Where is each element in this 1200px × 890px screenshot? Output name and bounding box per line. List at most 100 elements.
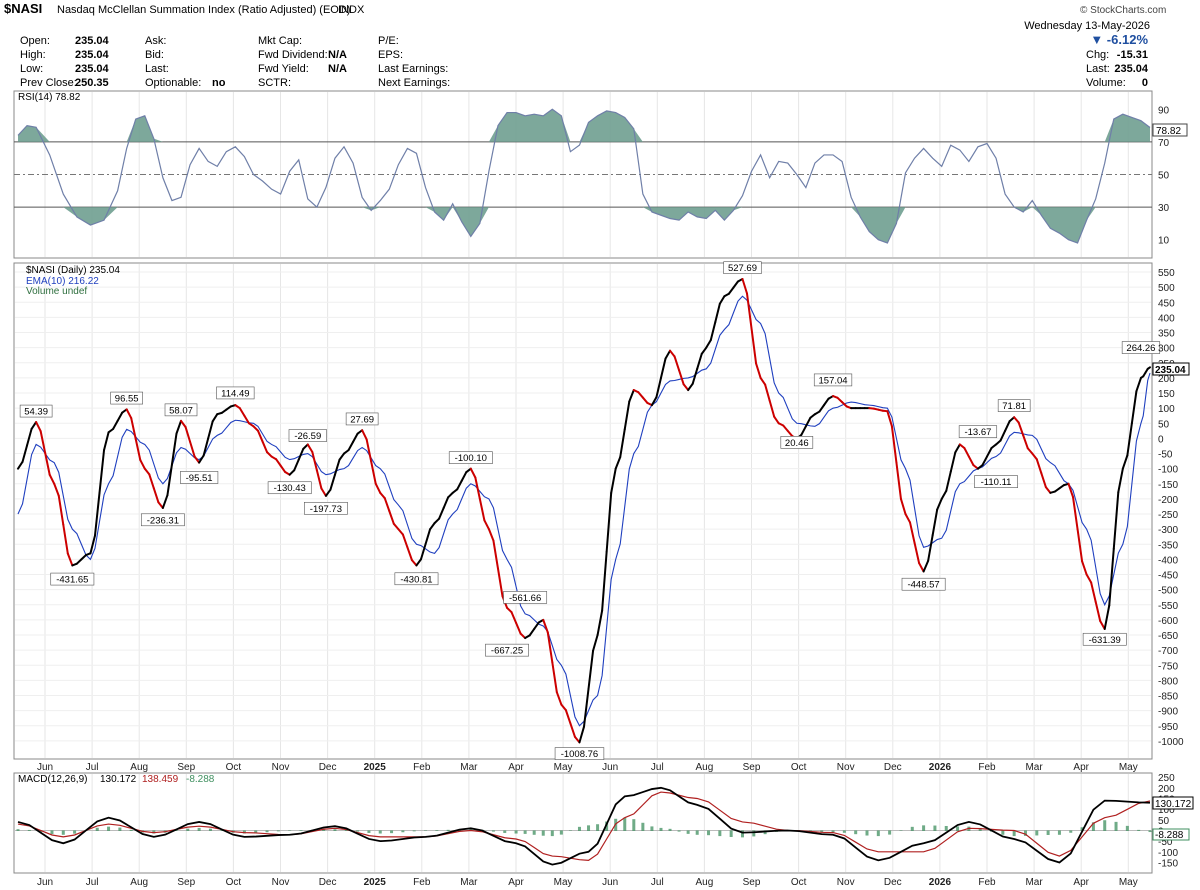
- volume-legend: Volume undef: [26, 286, 87, 297]
- macd-histogram-bar: [541, 830, 545, 836]
- price-panel-frame: [13, 262, 1153, 760]
- rsi-y-tick: 70: [1158, 138, 1170, 149]
- macd-histogram-bar: [367, 830, 371, 833]
- price-y-tick: -550: [1158, 601, 1178, 612]
- macd-histogram-bar: [523, 830, 527, 834]
- price-y-tick: -50: [1158, 450, 1173, 461]
- macd-y-tick: -150: [1158, 858, 1178, 869]
- price-annotation: 58.07: [169, 405, 193, 416]
- x-tick-label: Dec: [884, 762, 902, 773]
- price-y-tick: -100: [1158, 465, 1178, 476]
- macd-last-value: 130.172: [1155, 799, 1192, 810]
- price-annotation: -130.43: [274, 483, 306, 494]
- macd-histogram-bar: [695, 830, 699, 835]
- signal-legend-value: 138.459: [142, 774, 179, 785]
- macd-legend-value: 130.172: [100, 774, 137, 785]
- macd-histogram-bar: [1103, 820, 1107, 831]
- macd-histogram-bar: [623, 817, 627, 831]
- x-tick-label: Dec: [319, 762, 337, 773]
- price-annotation: -95.51: [186, 473, 213, 484]
- macd-histogram-bar: [596, 824, 600, 831]
- x-tick-label: Feb: [978, 762, 996, 773]
- macd-histogram-bar: [718, 830, 722, 837]
- hist-legend-value: -8.288: [186, 774, 215, 785]
- macd-histogram-bar: [686, 830, 690, 834]
- x-tick-label: Dec: [884, 877, 902, 888]
- macd-histogram-bar: [503, 830, 507, 833]
- x-tick-label: Apr: [1073, 877, 1089, 888]
- macd-histogram-bar: [707, 830, 711, 836]
- macd-histogram-bar: [659, 827, 663, 831]
- macd-histogram-bar: [876, 830, 880, 837]
- x-tick-label: Sep: [743, 762, 761, 773]
- x-tick-label: Sep: [743, 877, 761, 888]
- macd-histogram-bar: [208, 828, 212, 831]
- price-annotation: 264.26: [1126, 343, 1155, 354]
- macd-histogram-bar: [118, 827, 122, 831]
- macd-histogram-bar: [27, 829, 31, 831]
- macd-histogram-bar: [532, 830, 536, 835]
- macd-histogram-bar: [1057, 830, 1061, 835]
- price-annotation: -13.67: [964, 427, 991, 438]
- x-tick-label: Apr: [1073, 762, 1089, 773]
- price-annotation: 114.49: [221, 388, 249, 399]
- x-tick-label: Mar: [460, 762, 478, 773]
- price-y-tick: 450: [1158, 298, 1175, 309]
- rsi-legend: RSI(14) 78.82: [18, 92, 81, 103]
- price-annotation: -26.59: [294, 431, 321, 442]
- macd-histogram-bar: [1148, 830, 1152, 833]
- rsi-last-value: 78.82: [1156, 126, 1181, 137]
- macd-histogram-bar: [412, 830, 416, 832]
- macd-histogram-bar: [899, 830, 903, 831]
- x-tick-label: Jun: [602, 877, 618, 888]
- macd-histogram-bar: [944, 825, 948, 831]
- x-tick-label: Jul: [86, 877, 99, 888]
- x-tick-label: Jun: [37, 762, 53, 773]
- price-y-tick: 150: [1158, 389, 1175, 400]
- rsi-y-tick: 90: [1158, 105, 1170, 116]
- price-y-tick: -200: [1158, 495, 1178, 506]
- macd-histogram-bar: [356, 830, 360, 832]
- macd-histogram-bar: [197, 827, 201, 831]
- macd-histogram-bar: [650, 826, 654, 831]
- rsi-y-tick: 50: [1158, 171, 1170, 182]
- macd-histogram-bar: [1001, 830, 1005, 835]
- x-tick-label: Jun: [602, 762, 618, 773]
- macd-histogram-bar: [265, 830, 269, 833]
- macd-histogram-bar: [186, 828, 190, 831]
- macd-histogram-bar: [956, 826, 960, 831]
- macd-histogram-bar: [933, 825, 937, 831]
- x-tick-label: Nov: [272, 877, 290, 888]
- macd-histogram-bar: [1114, 821, 1118, 831]
- price-y-tick: -900: [1158, 707, 1178, 718]
- price-segment: [1146, 366, 1151, 370]
- macd-histogram-bar: [1137, 829, 1141, 831]
- price-legend: $NASI (Daily) 235.04: [26, 265, 120, 276]
- macd-histogram-bar: [842, 830, 846, 833]
- price-y-tick: -850: [1158, 692, 1178, 703]
- macd-y-tick: 200: [1158, 784, 1175, 795]
- macd-histogram-bar: [491, 830, 495, 832]
- macd-histogram-bar: [865, 830, 869, 836]
- macd-histogram-bar: [632, 819, 636, 831]
- macd-histogram-bar: [333, 829, 337, 831]
- macd-histogram-bar: [677, 830, 681, 832]
- price-y-tick: -950: [1158, 722, 1178, 733]
- x-tick-label: Nov: [837, 762, 855, 773]
- price-y-tick: 500: [1158, 283, 1175, 294]
- price-annotation: -561.66: [509, 593, 541, 604]
- macd-histogram-bar: [729, 830, 733, 837]
- x-tick-label: Sep: [177, 762, 195, 773]
- price-annotation: -431.65: [56, 575, 88, 586]
- x-tick-label: Mar: [1025, 762, 1043, 773]
- price-annotation: -430.81: [400, 574, 432, 585]
- x-tick-label: Feb: [978, 877, 996, 888]
- macd-histogram-bar: [910, 826, 914, 831]
- x-tick-label: 2026: [929, 877, 952, 888]
- macd-histogram-bar: [568, 830, 572, 831]
- macd-y-tick: -100: [1158, 848, 1178, 859]
- price-y-tick: -300: [1158, 525, 1178, 536]
- chart-canvas: 54.39 -431.65 96.55 -236.31 58.07 -95.51 114.4…: [13, 90, 1194, 888]
- macd-histogram-bar: [16, 829, 20, 831]
- price-annotation: 54.39: [24, 407, 48, 418]
